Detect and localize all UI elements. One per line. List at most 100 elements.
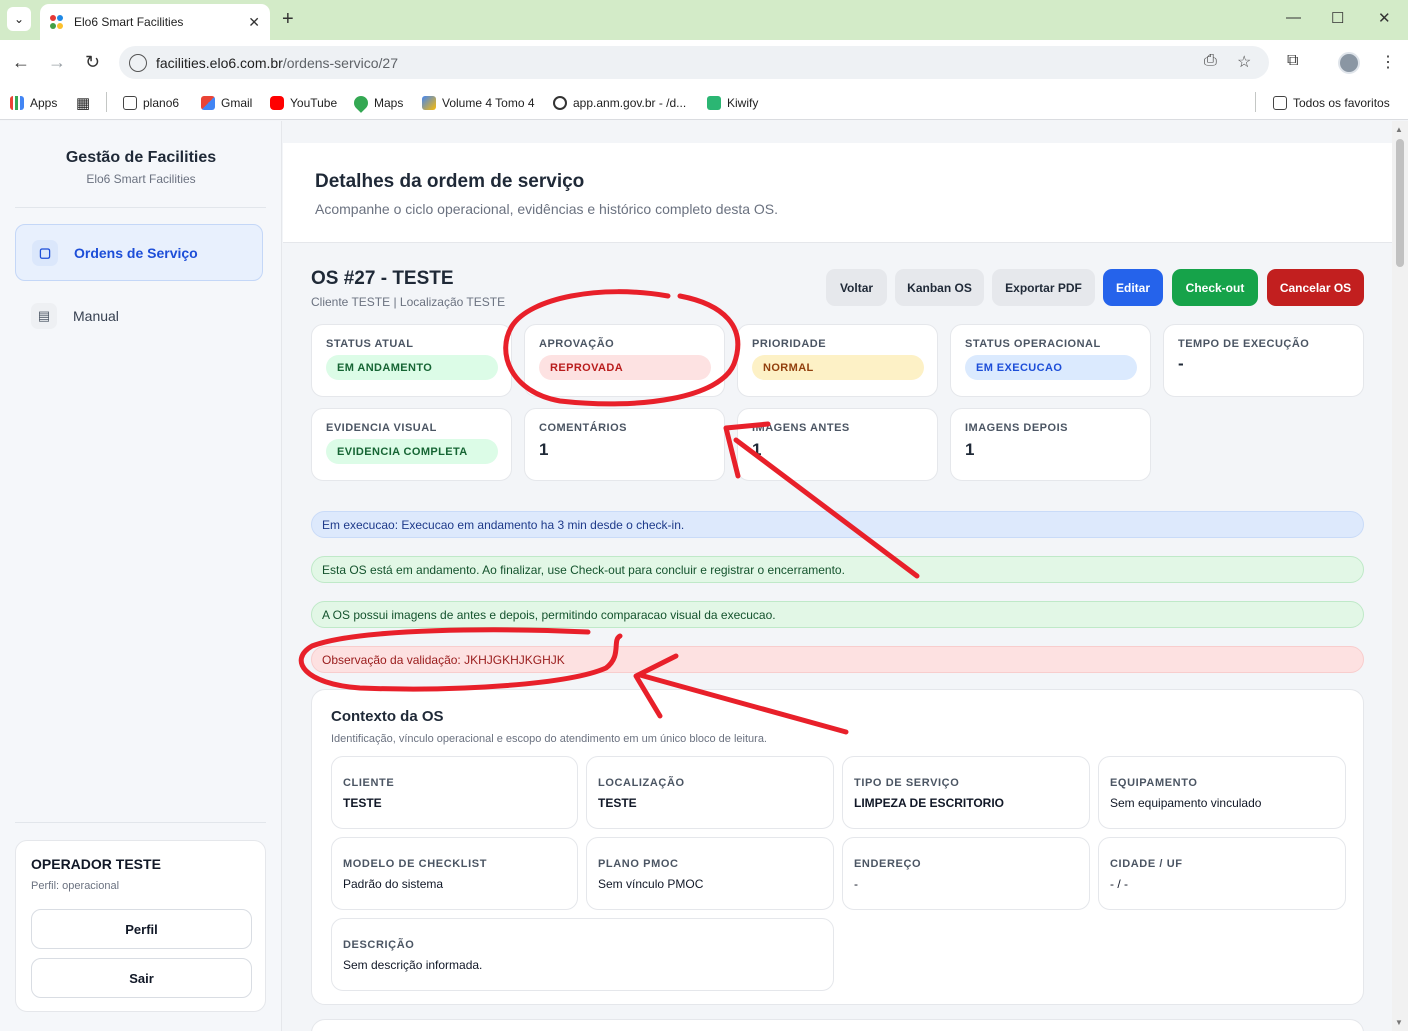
user-role: Perfil: operacional (31, 880, 120, 892)
field-value: Sem vínculo PMOC (598, 877, 704, 891)
context-section: Contexto da OS Identificação, vínculo op… (311, 689, 1364, 1005)
new-tab-icon[interactable]: + (282, 9, 294, 29)
close-tab-icon[interactable]: ✕ (248, 14, 260, 31)
card-imagens-antes: IMAGENS ANTES 1 (737, 408, 938, 481)
browser-tab[interactable]: Elo6 Smart Facilities ✕ (40, 4, 270, 40)
back-arrow-icon[interactable]: ← (12, 52, 30, 72)
bookmark-anm[interactable]: app.anm.gov.br - /d... (553, 93, 686, 113)
back-button[interactable]: Voltar (826, 269, 887, 306)
field-label: EQUIPAMENTO (1110, 777, 1198, 789)
bookmark-apps[interactable]: Apps (10, 93, 57, 113)
bookmark-separator (106, 92, 107, 112)
address-bar[interactable]: facilities.elo6.com.br/ordens-servico/27… (119, 46, 1269, 79)
extensions-icon[interactable]: ⧉ (1287, 52, 1298, 70)
cancel-os-button[interactable]: Cancelar OS (1267, 269, 1364, 306)
folder-icon (1273, 96, 1287, 110)
forward-arrow-icon[interactable]: → (48, 52, 66, 72)
profile-button[interactable]: Perfil (31, 909, 252, 949)
minimize-icon[interactable]: — (1286, 9, 1301, 26)
user-card: OPERADOR TESTE Perfil: operacional Perfi… (15, 840, 266, 1012)
scrollbar-thumb[interactable] (1396, 139, 1404, 267)
bookmark-youtube[interactable]: YouTube (270, 93, 337, 113)
kanban-button[interactable]: Kanban OS (895, 269, 984, 306)
scroll-up-icon[interactable]: ▲ (1395, 125, 1403, 134)
field-value: Sem equipamento vinculado (1110, 796, 1262, 810)
card-aprovacao: APROVAÇÃO REPROVADA (524, 324, 725, 397)
alert-execucao: Em execucao: Execucao em andamento ha 3 … (311, 511, 1364, 538)
field-label: CIDADE / UF (1110, 858, 1183, 870)
tab-search-button[interactable]: ⌄ (7, 7, 31, 31)
browser-toolbar: ← → ↻ facilities.elo6.com.br/ordens-serv… (0, 40, 1408, 86)
alert-imagens: A OS possui imagens de antes e depois, p… (311, 601, 1364, 628)
card-evidencia-visual: EVIDENCIA VISUAL EVIDENCIA COMPLETA (311, 408, 512, 481)
bookmark-plano6[interactable]: plano6 (123, 93, 179, 113)
card-label: TEMPO DE EXECUÇÃO (1178, 338, 1310, 350)
logout-button[interactable]: Sair (31, 958, 252, 998)
field-value: Sem descrição informada. (343, 958, 483, 972)
card-label: IMAGENS DEPOIS (965, 422, 1068, 434)
bookmark-star-icon[interactable]: ☆ (1237, 52, 1251, 72)
sidebar-item-ordens-servico[interactable]: ▢ Ordens de Serviço (15, 224, 263, 281)
profile-avatar[interactable] (1338, 52, 1360, 74)
field-endereco: ENDEREÇO - (842, 837, 1090, 910)
card-prioridade: PRIORIDADE NORMAL (737, 324, 938, 397)
card-status-operacional: STATUS OPERACIONAL EM EXECUCAO (950, 324, 1151, 397)
sidebar-item-label: Manual (73, 307, 119, 324)
sidebar: Gestão de Facilities Elo6 Smart Faciliti… (0, 121, 282, 1031)
card-comentarios: COMENTÁRIOS 1 (524, 408, 725, 481)
clipboard-icon: ▢ (32, 239, 58, 266)
bookmark-label: app.anm.gov.br - /d... (573, 96, 687, 110)
field-label: LOCALIZAÇÃO (598, 777, 685, 789)
bookmark-label: plano6 (143, 96, 180, 110)
field-equipamento: EQUIPAMENTO Sem equipamento vinculado (1098, 756, 1346, 829)
status-badge: EM ANDAMENTO (326, 355, 498, 380)
edit-button[interactable]: Editar (1103, 269, 1163, 306)
card-label: COMENTÁRIOS (539, 422, 627, 434)
alert-andamento: Esta OS está em andamento. Ao finalizar,… (311, 556, 1364, 583)
bookmark-kiwify[interactable]: Kiwify (707, 93, 758, 113)
main-content: Detalhes da ordem de serviço Acompanhe o… (283, 121, 1392, 1031)
card-value: 1 (752, 440, 762, 459)
export-pdf-button[interactable]: Exportar PDF (992, 269, 1095, 306)
card-value: 1 (965, 440, 975, 459)
install-app-icon[interactable]: ⎙ (1204, 52, 1217, 70)
card-label: PRIORIDADE (752, 338, 827, 350)
field-value: - (854, 877, 858, 891)
field-value: - / - (1110, 877, 1128, 891)
sidebar-item-manual[interactable]: ▤ Manual (15, 287, 263, 344)
user-name: OPERADOR TESTE (31, 856, 161, 872)
bookmark-label: Maps (374, 96, 404, 110)
field-label: CLIENTE (343, 777, 395, 789)
bookmark-label: YouTube (290, 96, 338, 110)
approval-badge: REPROVADA (539, 355, 711, 380)
all-bookmarks[interactable]: Todos os favoritos (1273, 93, 1390, 113)
field-cidade-uf: CIDADE / UF - / - (1098, 837, 1346, 910)
field-label: TIPO DE SERVIÇO (854, 777, 960, 789)
browser-tab-strip: ⌄ Elo6 Smart Facilities ✕ + — ☐ ✕ (0, 0, 1408, 40)
reload-icon[interactable]: ↻ (85, 52, 100, 72)
page-scrollbar[interactable]: ▲ ▼ (1392, 121, 1408, 1031)
field-label: ENDEREÇO (854, 858, 922, 870)
scroll-down-icon[interactable]: ▼ (1395, 1018, 1403, 1027)
close-window-icon[interactable]: ✕ (1378, 9, 1391, 27)
card-label: APROVAÇÃO (539, 338, 615, 350)
document-icon: ▤ (31, 302, 57, 329)
tab-groups-icon[interactable]: ▦ (76, 93, 90, 113)
bookmark-volume[interactable]: Volume 4 Tomo 4 (422, 93, 535, 113)
sidebar-item-label: Ordens de Serviço (74, 244, 198, 261)
bookmark-label: Todos os favoritos (1293, 96, 1390, 110)
site-info-icon[interactable] (129, 53, 147, 72)
section-description: Identificação, vínculo operacional e esc… (331, 733, 767, 745)
url-text: facilities.elo6.com.br/ordens-servico/27 (156, 54, 398, 71)
bookmark-gmail[interactable]: Gmail (201, 93, 252, 113)
card-tempo-execucao: TEMPO DE EXECUÇÃO - (1163, 324, 1364, 397)
field-cliente: CLIENTE TESTE (331, 756, 578, 829)
checkout-button[interactable]: Check-out (1172, 269, 1258, 306)
elo6-favicon-icon (50, 15, 64, 29)
maps-pin-icon (351, 93, 371, 113)
field-tipo-servico: TIPO DE SERVIÇO LIMPEZA DE ESCRITORIO (842, 756, 1090, 829)
bookmark-maps[interactable]: Maps (351, 93, 404, 113)
page-title: Detalhes da ordem de serviço (315, 171, 585, 192)
menu-dots-icon[interactable]: ⋮ (1380, 52, 1396, 72)
maximize-icon[interactable]: ☐ (1331, 9, 1344, 27)
